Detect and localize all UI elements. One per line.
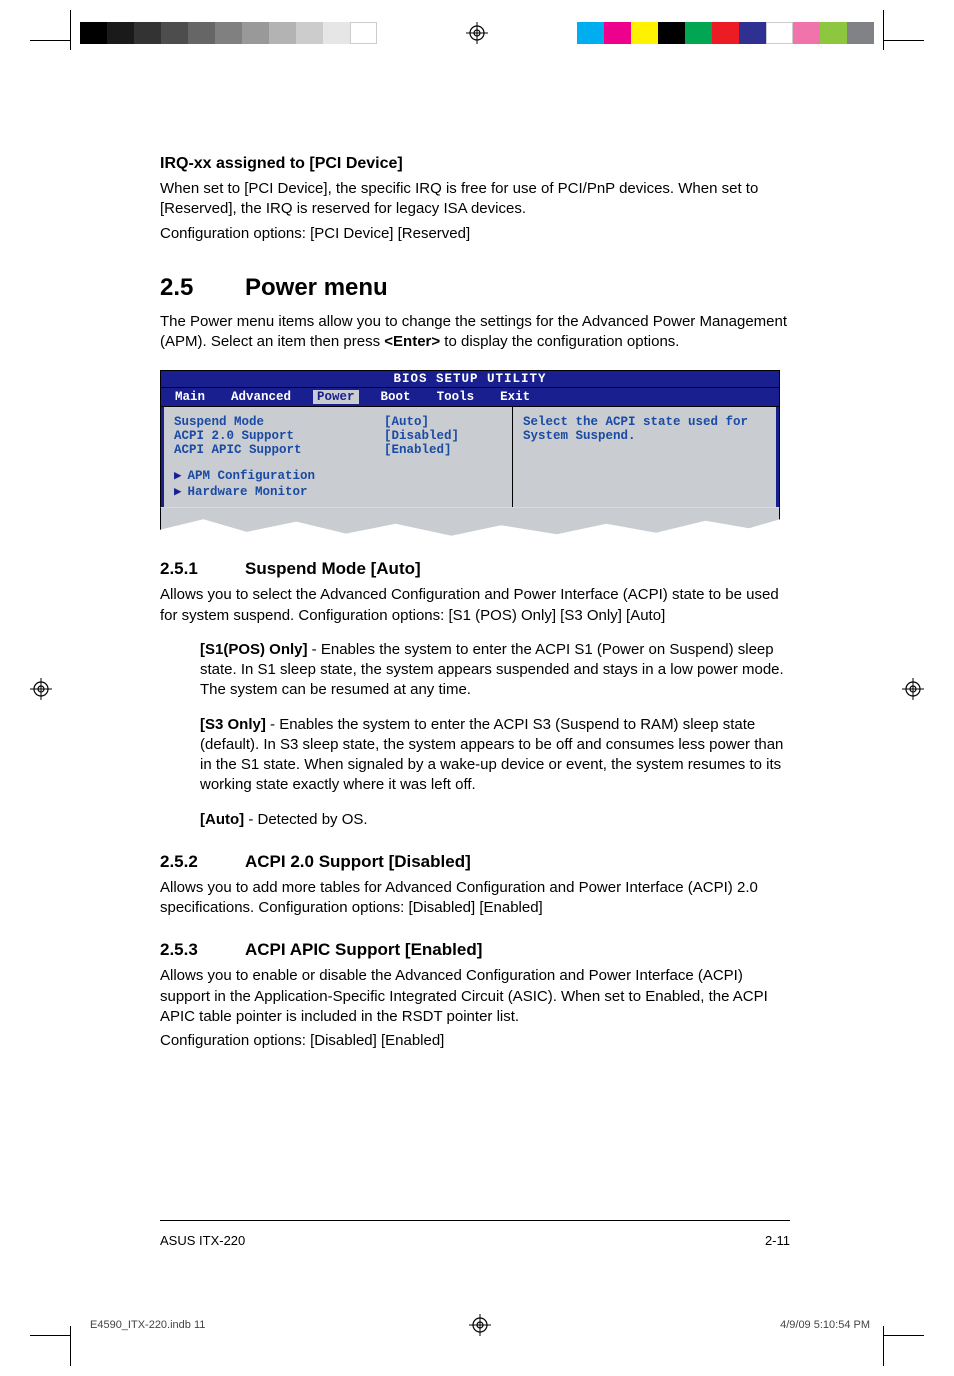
section-name: ACPI APIC Support [Enabled] xyxy=(245,940,482,959)
triangle-right-icon: ▶ xyxy=(174,469,182,483)
section-name: Power menu xyxy=(245,274,388,301)
section-num: 2.5.2 xyxy=(160,852,245,872)
section-name: Suspend Mode [Auto] xyxy=(245,559,421,578)
crop-marks-bottom xyxy=(0,1316,954,1376)
section-2-5-intro: The Power menu items allow you to change… xyxy=(160,312,790,353)
section-num: 2.5.3 xyxy=(160,940,245,960)
swatch xyxy=(242,22,269,44)
bios-setting-label: ACPI APIC Support xyxy=(174,443,384,457)
irq-body-1: When set to [PCI Device], the specific I… xyxy=(160,179,790,220)
section-2-5-3-para1: Allows you to enable or disable the Adva… xyxy=(160,966,790,1027)
section-2-5-2-title: 2.5.2ACPI 2.0 Support [Disabled] xyxy=(160,852,790,872)
rgb-color-bar xyxy=(577,22,874,44)
bios-submenu-item: ▶ APM Configuration xyxy=(174,467,502,483)
swatch xyxy=(739,22,766,44)
bios-tab-tools: Tools xyxy=(433,390,479,404)
swatch xyxy=(604,22,631,44)
section-2-5-1-title: 2.5.1Suspend Mode [Auto] xyxy=(160,559,790,579)
bios-screenshot: BIOS SETUP UTILITY Main Advanced Power Boot… xyxy=(160,370,780,537)
section-num: 2.5 xyxy=(160,274,245,302)
swatch xyxy=(80,22,107,44)
section-2-5-3-title: 2.5.3ACPI APIC Support [Enabled] xyxy=(160,940,790,960)
bios-torn-edge xyxy=(160,507,780,537)
bios-tab-power: Power xyxy=(313,390,359,404)
bios-tab-main: Main xyxy=(171,390,209,404)
bios-submenu-label: APM Configuration xyxy=(188,469,316,483)
bios-submenu-label: Hardware Monitor xyxy=(188,485,308,499)
section-name: ACPI 2.0 Support [Disabled] xyxy=(245,852,471,871)
registration-mark-icon xyxy=(30,678,52,700)
swatch xyxy=(793,22,820,44)
swatch xyxy=(215,22,242,44)
registration-mark-icon xyxy=(466,22,488,44)
option-auto: [Auto] - Detected by OS. xyxy=(200,810,790,830)
bios-tab-exit: Exit xyxy=(496,390,534,404)
swatch xyxy=(658,22,685,44)
swatch xyxy=(350,22,377,44)
section-2-5-title: 2.5Power menu xyxy=(160,274,790,302)
gray-color-bar xyxy=(80,22,377,44)
bios-setting-row: Suspend Mode[Auto] xyxy=(174,415,502,429)
page-footer: ASUS ITX-220 2-11 xyxy=(160,1220,790,1248)
option-s1: [S1(POS) Only] - Enables the system to e… xyxy=(200,640,790,701)
bios-setting-row: ACPI APIC Support[Enabled] xyxy=(174,443,502,457)
irq-body-2: Configuration options: [PCI Device] [Res… xyxy=(160,224,790,244)
swatch xyxy=(712,22,739,44)
footer-product: ASUS ITX-220 xyxy=(160,1233,245,1248)
swatch xyxy=(631,22,658,44)
bios-setting-value: [Disabled] xyxy=(384,429,459,443)
swatch xyxy=(296,22,323,44)
bios-tab-boot: Boot xyxy=(377,390,415,404)
bios-setting-value: [Enabled] xyxy=(384,443,452,457)
swatch xyxy=(685,22,712,44)
swatch xyxy=(161,22,188,44)
bios-setting-label: ACPI 2.0 Support xyxy=(174,429,384,443)
swatch xyxy=(188,22,215,44)
section-2-5-1-para: Allows you to select the Advanced Config… xyxy=(160,585,790,626)
section-num: 2.5.1 xyxy=(160,559,245,579)
option-s3: [S3 Only] - Enables the system to enter … xyxy=(200,715,790,796)
bios-left-pane: Suspend Mode[Auto]ACPI 2.0 Support[Disab… xyxy=(161,407,512,507)
bios-menubar: Main Advanced Power Boot Tools Exit xyxy=(160,387,780,407)
bios-setting-label: Suspend Mode xyxy=(174,415,384,429)
section-2-5-3-para2: Configuration options: [Disabled] [Enabl… xyxy=(160,1031,790,1051)
bios-title: BIOS SETUP UTILITY xyxy=(160,370,780,387)
swatch xyxy=(847,22,874,44)
swatch xyxy=(820,22,847,44)
swatch xyxy=(269,22,296,44)
page-content: IRQ-xx assigned to [PCI Device] When set… xyxy=(160,155,790,1055)
irq-heading: IRQ-xx assigned to [PCI Device] xyxy=(160,155,790,173)
footer-page-number: 2-11 xyxy=(765,1233,790,1248)
swatch xyxy=(577,22,604,44)
triangle-right-icon: ▶ xyxy=(174,485,182,499)
enter-key-text: <Enter> xyxy=(384,333,440,350)
bios-setting-row: ACPI 2.0 Support[Disabled] xyxy=(174,429,502,443)
bios-tab-advanced: Advanced xyxy=(227,390,295,404)
bios-setting-value: [Auto] xyxy=(384,415,429,429)
bios-submenu-item: ▶ Hardware Monitor xyxy=(174,483,502,499)
registration-top xyxy=(0,0,954,70)
swatch xyxy=(107,22,134,44)
section-2-5-2-para: Allows you to add more tables for Advanc… xyxy=(160,878,790,919)
swatch xyxy=(323,22,350,44)
swatch xyxy=(134,22,161,44)
bios-help-pane: Select the ACPI state used for System Su… xyxy=(512,407,779,507)
registration-mark-icon xyxy=(902,678,924,700)
swatch xyxy=(766,22,793,44)
